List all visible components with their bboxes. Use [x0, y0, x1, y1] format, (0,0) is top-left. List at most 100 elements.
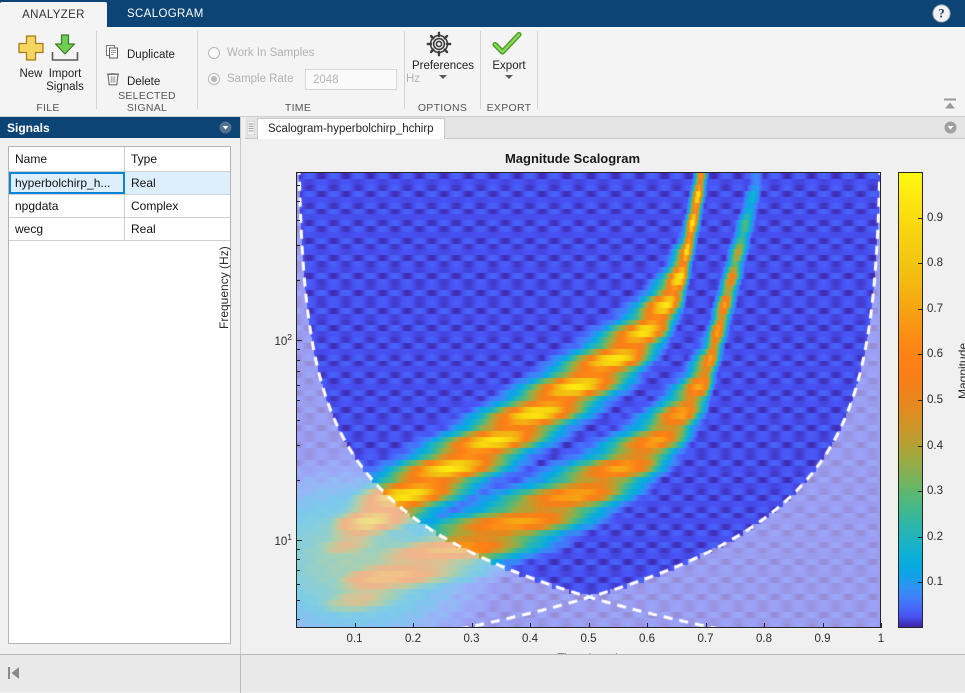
y-axis-label: Frequency (Hz): [217, 246, 231, 329]
x-tick-mark: [881, 623, 882, 628]
delete-button-label: Delete: [127, 76, 160, 88]
y-tick-minor: [296, 201, 300, 202]
document-tab-bar: Scalogram-hyperbolchirp_hchirp: [245, 117, 965, 139]
ribbon-group-file-label: FILE: [0, 102, 96, 114]
signals-table[interactable]: Name Type hyperbolchirp_h... Real npgdat…: [8, 146, 231, 644]
colorbar-tick-mark: [918, 491, 923, 492]
import-signals-button[interactable]: Import Signals: [37, 31, 93, 94]
duplicate-button[interactable]: Duplicate: [105, 44, 175, 65]
x-tick-mark: [706, 623, 707, 628]
signal-name-cell[interactable]: hyperbolchirp_h...: [9, 172, 125, 194]
table-row[interactable]: npgdata Complex: [9, 195, 230, 218]
tab-scalogram[interactable]: SCALOGRAM: [113, 0, 218, 27]
y-tick-minor: [296, 220, 300, 221]
table-row[interactable]: hyperbolchirp_h... Real: [9, 172, 230, 195]
collapse-left-icon[interactable]: [7, 666, 23, 680]
colorbar-tick-mark: [918, 309, 923, 310]
colorbar-tick-label: 0.3: [927, 485, 943, 497]
y-tick-minor: [296, 385, 300, 386]
colorbar-tick-mark: [918, 582, 923, 583]
y-tick-minor: [296, 584, 300, 585]
colorbar-tick-label: 0.1: [927, 576, 943, 588]
y-tick-minor: [296, 559, 300, 560]
colorbar-tick-mark: [918, 400, 923, 401]
status-bar-separator: [240, 655, 241, 693]
signal-name-cell[interactable]: wecg: [9, 218, 125, 240]
x-tick-label: 0.6: [639, 633, 655, 645]
colorbar-tick-label: 0.6: [927, 348, 943, 360]
y-tick-minor: [296, 371, 300, 372]
y-tick-minor: [296, 445, 300, 446]
ribbon-group-time: Work In Samples Sample Rate 2048 Hz TIME: [198, 27, 398, 116]
chevron-down-icon[interactable]: [439, 75, 447, 79]
y-tick-minor: [296, 570, 300, 571]
x-tick-mark: [647, 623, 648, 628]
sample-rate-value: 2048: [313, 74, 339, 86]
colorbar-tick-label: 0.9: [927, 212, 943, 224]
drag-grip-icon[interactable]: [247, 121, 255, 135]
scalogram-axes[interactable]: [296, 172, 881, 628]
copy-icon: [105, 44, 121, 65]
ribbon-group-selected-signal: Duplicate Delete SELECTED SIGNAL: [97, 27, 197, 116]
document-chevron-down-circle-icon[interactable]: [944, 121, 957, 134]
preferences-button[interactable]: Preferences: [414, 31, 472, 79]
x-tick-mark: [823, 623, 824, 628]
export-chevron-down-icon[interactable]: [505, 75, 513, 79]
ribbon-tab-strip: ANALYZER SCALOGRAM ?: [0, 0, 965, 27]
column-header-name[interactable]: Name: [9, 147, 125, 171]
colorbar-tick-mark: [918, 537, 923, 538]
y-tick-minor: [296, 360, 300, 361]
export-button-label: Export: [492, 60, 525, 73]
green-check-icon: [492, 31, 526, 57]
signal-analyzer-window: ANALYZER SCALOGRAM ? New: [0, 0, 965, 692]
signals-panel-title: Signals: [7, 121, 50, 135]
colorbar-tick-label: 0.4: [927, 440, 943, 452]
tab-scalogram-label: SCALOGRAM: [127, 8, 204, 20]
x-tick-label: 0.9: [815, 633, 831, 645]
page-title: Magnitude Scalogram: [245, 151, 900, 166]
gear-icon: [426, 31, 460, 57]
ribbon-group-options-label: OPTIONS: [405, 102, 480, 114]
colorbar-tick-label: 0.7: [927, 303, 943, 315]
sample-rate-input[interactable]: 2048: [305, 69, 397, 90]
document-tab-scalogram[interactable]: Scalogram-hyperbolchirp_hchirp: [257, 118, 445, 139]
y-tick-minor: [296, 172, 300, 173]
table-row[interactable]: wecg Real: [9, 218, 230, 241]
y-tick-major: [296, 340, 302, 341]
preferences-button-label: Preferences: [412, 60, 474, 73]
y-tick-label: 101: [264, 532, 292, 548]
y-tick-label: 102: [264, 332, 292, 348]
x-tick-mark: [530, 623, 531, 628]
export-button[interactable]: Export: [481, 31, 537, 79]
status-bar: [0, 654, 965, 692]
delete-button[interactable]: Delete: [105, 71, 160, 92]
signal-type-cell[interactable]: Complex: [125, 195, 230, 217]
ribbon-group-export-label: EXPORT: [481, 102, 537, 114]
signals-table-header-row: Name Type: [9, 147, 230, 172]
signal-type-cell[interactable]: Real: [125, 218, 230, 240]
x-tick-label: 0.7: [698, 633, 714, 645]
sample-rate-radio[interactable]: Sample Rate: [208, 73, 293, 85]
column-header-type[interactable]: Type: [125, 147, 230, 171]
x-tick-label: 0.5: [581, 633, 597, 645]
colorbar-tick-label: 0.2: [927, 531, 943, 543]
scalogram-image: [297, 173, 881, 628]
tab-analyzer[interactable]: ANALYZER: [0, 2, 107, 27]
y-tick-minor: [296, 280, 300, 281]
y-tick-minor: [296, 349, 300, 350]
collapse-ribbon-icon[interactable]: [942, 96, 958, 112]
x-tick-mark: [413, 623, 414, 628]
x-tick-label: 0.3: [464, 633, 480, 645]
work-in-samples-radio[interactable]: Work In Samples: [208, 47, 314, 59]
chevron-down-circle-icon[interactable]: [219, 121, 232, 134]
signal-name-cell[interactable]: npgdata: [9, 195, 125, 217]
help-question-icon[interactable]: ?: [932, 4, 951, 23]
colorbar-tick-mark: [918, 218, 923, 219]
x-tick-mark: [589, 623, 590, 628]
signal-type-cell[interactable]: Real: [125, 172, 230, 194]
y-tick-minor: [296, 480, 300, 481]
x-tick-label: 0.1: [347, 633, 363, 645]
y-tick-minor: [296, 400, 300, 401]
signals-panel-header: Signals: [0, 117, 240, 138]
y-tick-minor: [296, 619, 300, 620]
